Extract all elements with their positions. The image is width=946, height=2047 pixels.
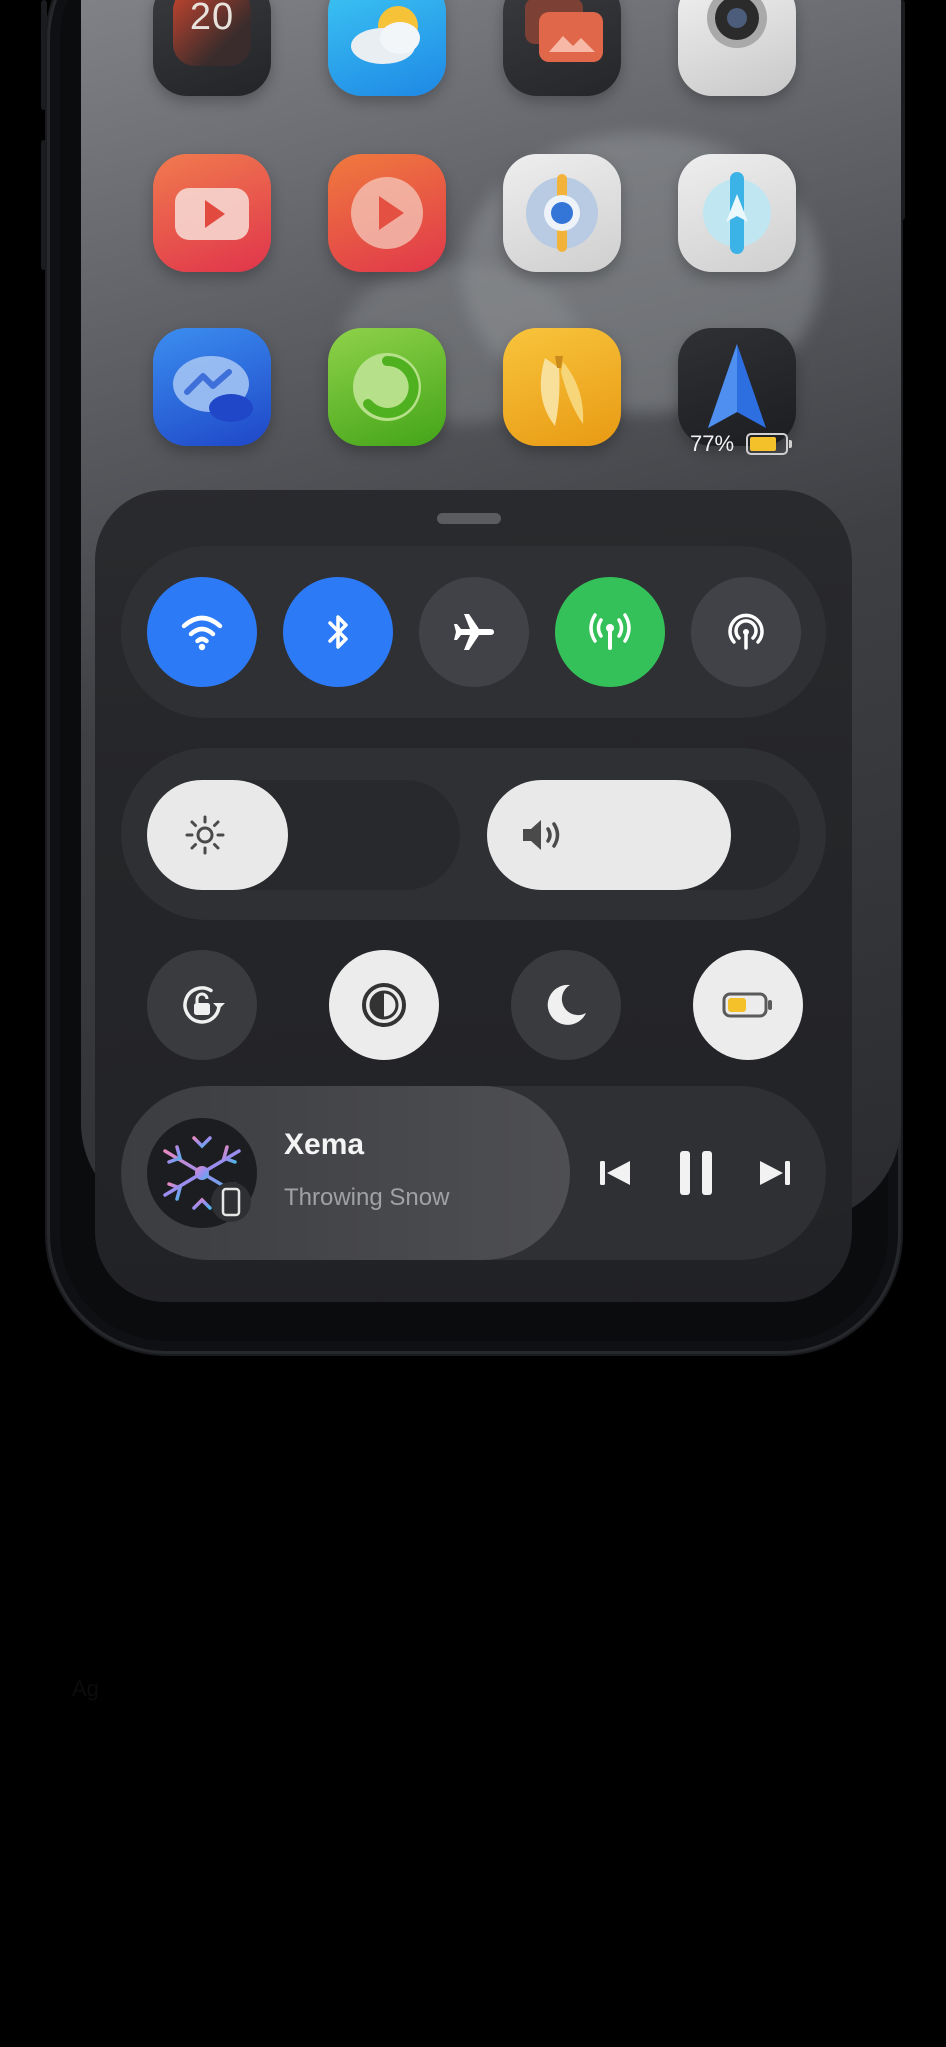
infuse-app-icon[interactable] bbox=[328, 154, 446, 272]
find-my-app-icon[interactable] bbox=[503, 154, 621, 272]
maps-app-icon[interactable] bbox=[678, 154, 796, 272]
play-circle-icon bbox=[351, 177, 423, 249]
brightness-slider-fill bbox=[147, 780, 288, 890]
do-not-disturb-toggle[interactable] bbox=[511, 950, 621, 1060]
stray-text: Ag bbox=[72, 1676, 99, 1701]
phone-icon bbox=[221, 1187, 241, 1217]
wifi-toggle[interactable] bbox=[147, 577, 257, 687]
previous-icon bbox=[600, 1161, 630, 1185]
battery-low-power-icon bbox=[722, 992, 772, 1018]
battery-icon bbox=[746, 433, 793, 455]
next-icon bbox=[760, 1161, 790, 1185]
rotation-lock-icon bbox=[183, 986, 225, 1024]
antenna-icon bbox=[589, 613, 631, 650]
banana-icon bbox=[540, 356, 584, 426]
cellular-data-toggle[interactable] bbox=[555, 577, 665, 687]
sun-cloud-icon bbox=[351, 6, 420, 64]
battery-percent: 77% bbox=[690, 431, 735, 456]
play-icon bbox=[175, 188, 249, 240]
drag-handle[interactable] bbox=[437, 513, 501, 524]
calendar-app-icon[interactable]: 20 bbox=[153, 0, 271, 96]
youtube-app-icon[interactable] bbox=[153, 154, 271, 272]
sun-icon bbox=[185, 815, 225, 855]
target-icon bbox=[526, 174, 598, 252]
camera-app-icon[interactable] bbox=[678, 0, 796, 96]
battery-fill bbox=[750, 437, 777, 451]
green-app-icon[interactable] bbox=[328, 328, 446, 446]
calendar-date-label: 20 bbox=[189, 0, 235, 38]
messenger-app-icon[interactable] bbox=[153, 328, 271, 446]
airplane-icon bbox=[454, 614, 494, 650]
bluetooth-toggle[interactable] bbox=[283, 577, 393, 687]
output-device-badge bbox=[211, 1182, 251, 1222]
moon-icon bbox=[547, 984, 586, 1025]
pause-icon bbox=[680, 1151, 712, 1195]
bluetooth-icon bbox=[328, 615, 348, 649]
chat-bubble-icon bbox=[173, 356, 253, 422]
volume-slider-fill bbox=[487, 780, 732, 890]
photos-app-icon[interactable] bbox=[503, 0, 621, 96]
compass-arrow-icon bbox=[703, 172, 771, 254]
pause-button[interactable] bbox=[668, 1145, 724, 1201]
battery-indicator: 77% bbox=[690, 424, 820, 464]
now-playing-title: Xema bbox=[284, 1128, 365, 1161]
dark-mode-toggle[interactable] bbox=[329, 950, 439, 1060]
camera-lens-icon bbox=[707, 0, 767, 48]
weather-app-icon[interactable] bbox=[328, 0, 446, 96]
previous-track-button[interactable] bbox=[590, 1145, 640, 1201]
banana-app-icon[interactable] bbox=[503, 328, 621, 446]
dark-mode-icon bbox=[362, 983, 406, 1027]
low-power-mode-toggle[interactable] bbox=[693, 950, 803, 1060]
airdrop-icon bbox=[728, 613, 764, 650]
airplane-mode-toggle[interactable] bbox=[419, 577, 529, 687]
next-track-button[interactable] bbox=[750, 1145, 800, 1201]
photo-stack-icon bbox=[525, 0, 603, 62]
wifi-icon bbox=[181, 615, 223, 651]
ring-icon bbox=[353, 353, 421, 421]
rotation-lock-toggle[interactable] bbox=[147, 950, 257, 1060]
airdrop-toggle[interactable] bbox=[691, 577, 801, 687]
now-playing-artist: Throwing Snow bbox=[284, 1184, 450, 1211]
speaker-icon bbox=[523, 820, 560, 850]
